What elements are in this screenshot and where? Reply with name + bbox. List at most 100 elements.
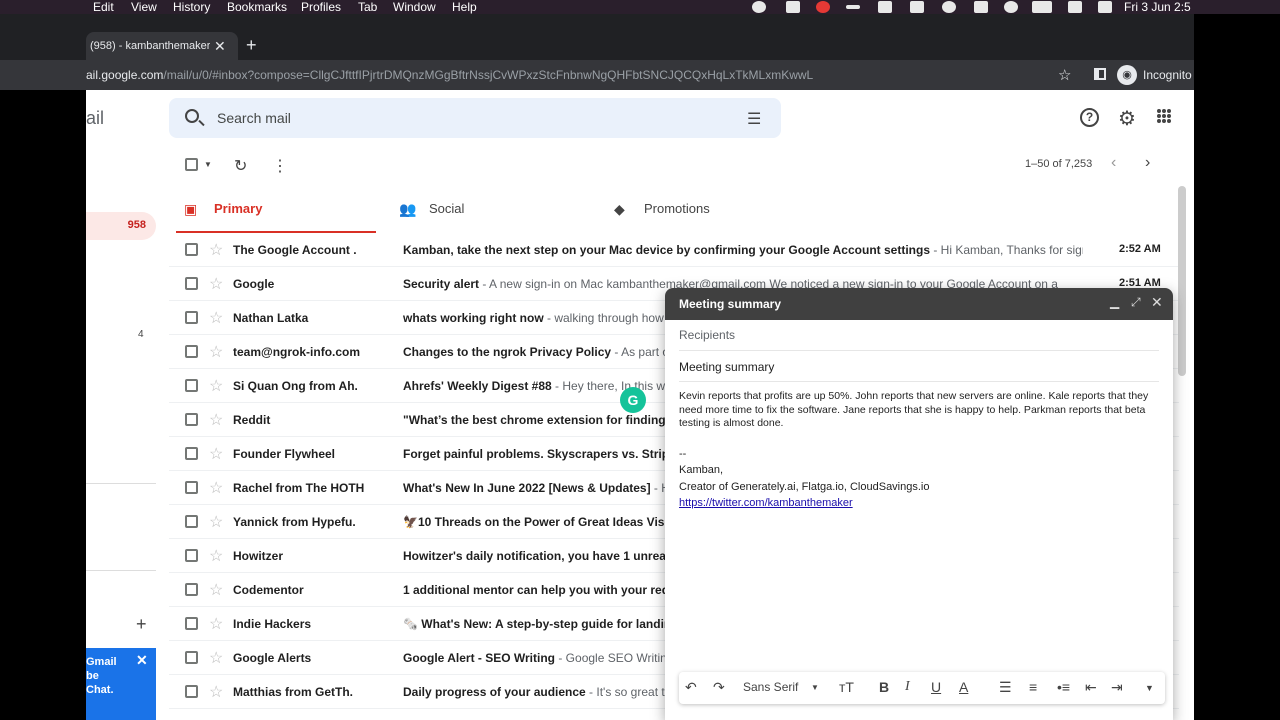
menu-window[interactable]: Window <box>393 0 436 14</box>
gear-icon[interactable]: ⚙ <box>1118 106 1136 131</box>
star-icon[interactable]: ☆ <box>209 648 223 668</box>
indent-less-icon[interactable]: ⇤ <box>1085 679 1097 696</box>
star-icon[interactable]: ☆ <box>209 376 223 396</box>
indent-more-icon[interactable]: ⇥ <box>1111 679 1123 696</box>
row-checkbox[interactable] <box>185 617 198 630</box>
search-icon[interactable] <box>185 109 199 123</box>
row-checkbox[interactable] <box>185 345 198 358</box>
row-checkbox[interactable] <box>185 243 198 256</box>
row-checkbox[interactable] <box>185 413 198 426</box>
menubar-clock[interactable]: Fri 3 Jun 2:5 <box>1124 0 1191 14</box>
chevron-right-icon[interactable]: › <box>1145 154 1150 172</box>
row-checkbox[interactable] <box>185 583 198 596</box>
compose-body[interactable]: Kevin reports that profits are up 50%. J… <box>679 390 1161 431</box>
chevron-down-icon[interactable]: ▼ <box>204 160 212 169</box>
star-icon[interactable]: ☆ <box>209 512 223 532</box>
add-label-icon[interactable]: + <box>136 614 147 635</box>
menu-view[interactable]: View <box>131 0 157 14</box>
recipients-field[interactable]: Recipients <box>679 328 735 342</box>
more-formatting-icon[interactable]: ▼ <box>1145 683 1154 693</box>
help-icon[interactable]: ? <box>1080 108 1099 127</box>
menu-tab[interactable]: Tab <box>358 0 377 14</box>
text-color-icon[interactable]: A <box>959 679 968 695</box>
expand-icon[interactable]: ⤢ <box>1131 295 1141 310</box>
bookmark-star-icon[interactable]: ☆ <box>1058 66 1071 84</box>
underline-icon[interactable]: U <box>931 679 941 695</box>
incognito-label[interactable]: Incognito <box>1143 68 1192 82</box>
italic-icon[interactable]: I <box>905 679 910 695</box>
incognito-icon[interactable]: ◉ <box>1117 65 1137 85</box>
tab-primary[interactable]: ▣ Primary <box>176 186 376 234</box>
more-vert-icon[interactable]: ⋮ <box>272 156 288 176</box>
bed-icon[interactable] <box>974 1 988 13</box>
row-checkbox[interactable] <box>185 651 198 664</box>
font-select[interactable]: Sans Serif <box>743 680 798 694</box>
new-tab-icon[interactable]: + <box>246 36 257 54</box>
email-row[interactable]: ☆ The Google Account . Kamban, take the ne… <box>169 233 1179 267</box>
row-checkbox[interactable] <box>185 685 198 698</box>
tab-social[interactable]: 👥 Social <box>391 186 601 234</box>
row-checkbox[interactable] <box>185 549 198 562</box>
search-bar[interactable]: Search mail ☰ <box>169 98 781 138</box>
chevron-down-icon[interactable]: ▼ <box>811 683 819 692</box>
star-icon[interactable]: ☆ <box>209 546 223 566</box>
star-icon[interactable]: ☆ <box>209 580 223 600</box>
star-icon[interactable]: ☆ <box>209 240 223 260</box>
close-icon[interactable]: ✕ <box>1151 294 1163 311</box>
browser-tab[interactable]: (958) - kambanthemaker ✕ <box>86 32 238 60</box>
star-icon[interactable]: ☆ <box>209 478 223 498</box>
menu-history[interactable]: History <box>173 0 210 14</box>
apple-icon[interactable] <box>816 1 830 13</box>
star-icon[interactable]: ☆ <box>209 274 223 294</box>
menu-edit[interactable]: Edit <box>93 0 114 14</box>
url-text[interactable]: ail.google.com/mail/u/0/#inbox?compose=C… <box>86 68 886 82</box>
minimize-icon[interactable]: ▁ <box>1110 295 1119 309</box>
row-checkbox[interactable] <box>185 311 198 324</box>
menu-profiles[interactable]: Profiles <box>301 0 341 14</box>
star-icon[interactable]: ☆ <box>209 614 223 634</box>
tab-promotions[interactable]: ◆ Promotions <box>606 186 816 234</box>
bold-icon[interactable]: B <box>879 679 889 695</box>
dropbox-icon[interactable] <box>910 1 924 13</box>
refresh-icon[interactable]: ↻ <box>234 156 247 176</box>
menu-help[interactable]: Help <box>452 0 477 14</box>
search-options-icon[interactable]: ☰ <box>747 109 761 129</box>
star-icon[interactable]: ☆ <box>209 682 223 702</box>
select-all-checkbox[interactable] <box>185 158 198 171</box>
search-input[interactable]: Search mail <box>217 110 291 126</box>
control-center-icon[interactable] <box>1098 1 1112 13</box>
menu-bookmarks[interactable]: Bookmarks <box>227 0 287 14</box>
more-dots-icon[interactable] <box>846 5 860 9</box>
row-checkbox[interactable] <box>185 481 198 494</box>
gmail-logo[interactable]: ail <box>86 108 104 129</box>
chat-promo-banner[interactable]: Gmail be Chat. ✕ <box>86 648 156 720</box>
grammarly-menubar-icon[interactable] <box>942 1 956 13</box>
row-checkbox[interactable] <box>185 277 198 290</box>
apps-grid-icon[interactable] <box>1157 109 1171 123</box>
signature-link[interactable]: https://twitter.com/kambanthemaker <box>679 497 853 509</box>
undo-icon[interactable]: ↶ <box>685 679 697 696</box>
star-icon[interactable]: ☆ <box>209 444 223 464</box>
text-size-icon[interactable]: тT <box>839 679 854 695</box>
star-icon[interactable]: ☆ <box>209 342 223 362</box>
bulleted-list-icon[interactable]: •≡ <box>1057 679 1070 695</box>
redo-icon[interactable]: ↷ <box>713 679 725 696</box>
star-icon[interactable]: ☆ <box>209 308 223 328</box>
numbered-list-icon[interactable]: ≡ <box>1029 679 1037 695</box>
side-panel-icon[interactable] <box>1094 68 1106 80</box>
record-icon[interactable] <box>752 1 766 13</box>
battery-icon[interactable] <box>1032 1 1052 13</box>
address-bar[interactable]: ail.google.com/mail/u/0/#inbox?compose=C… <box>0 60 1194 90</box>
scrollbar[interactable] <box>1178 186 1186 376</box>
subject-field[interactable]: Meeting summary <box>679 360 774 374</box>
sidebar-item-inbox[interactable]: 958 <box>86 212 156 240</box>
airdrop-icon[interactable] <box>1004 1 1018 13</box>
star-icon[interactable]: ☆ <box>209 410 223 430</box>
row-checkbox[interactable] <box>185 447 198 460</box>
compose-header[interactable]: Meeting summary ▁ ⤢ ✕ <box>665 288 1173 320</box>
row-checkbox[interactable] <box>185 515 198 528</box>
bird-icon[interactable] <box>786 1 800 13</box>
close-icon[interactable]: ✕ <box>136 652 148 669</box>
chevron-left-icon[interactable]: ‹ <box>1111 154 1116 172</box>
align-icon[interactable]: ☰ <box>999 679 1012 696</box>
